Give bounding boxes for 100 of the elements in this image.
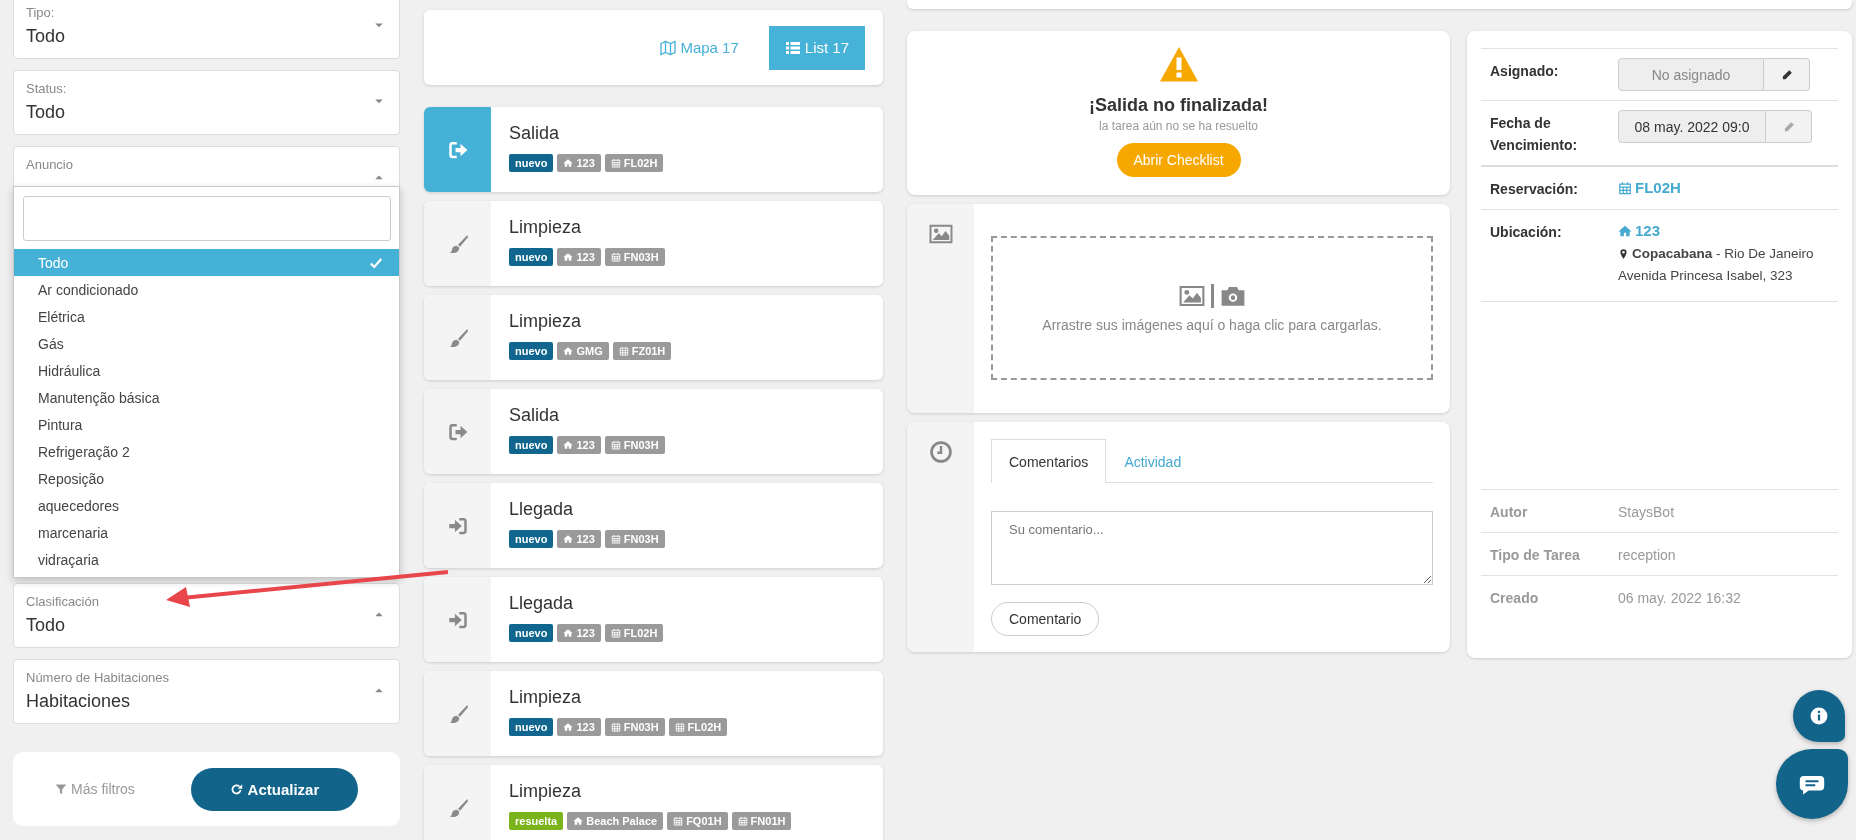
task-title: Salida	[509, 123, 561, 144]
dropdown-option[interactable]: Reposição	[14, 465, 399, 492]
dropdown-option[interactable]: vidraçaria	[14, 546, 399, 573]
filter-label: Clasificación	[26, 594, 100, 609]
address-line: Copacabana - Rio De Janeiro	[1632, 245, 1814, 263]
task-card[interactable]: Llegada nuevo 123 FN03H	[424, 483, 883, 568]
image-icon	[1178, 283, 1205, 309]
status-tag: resuelta	[509, 812, 564, 830]
task-card[interactable]: Limpieza nuevo GMG FZ01H	[424, 295, 883, 380]
task-title: Limpieza	[509, 217, 583, 238]
refresh-icon	[229, 782, 243, 796]
filter-select[interactable]: Número de Habitaciones Habitaciones	[13, 659, 400, 724]
status-tag: nuevo	[509, 248, 554, 266]
enter-icon	[447, 609, 468, 630]
filter-select[interactable]: Clasificación Todo	[13, 583, 400, 648]
task-title: Limpieza	[509, 687, 583, 708]
refresh-button[interactable]: Actualizar	[190, 767, 358, 811]
property-tag: Beach Palace	[567, 812, 664, 830]
task-card[interactable]: Limpieza resuelta Beach Palace FQ01H FN01H	[424, 765, 883, 840]
booking-tag: FN03H	[604, 436, 665, 454]
dropdown-option[interactable]: Manutenção básica	[14, 384, 399, 411]
calendar-icon	[610, 722, 621, 732]
filter-label: Número de Habitaciones	[26, 670, 171, 685]
status-tag: nuevo	[509, 154, 554, 172]
exit-icon	[447, 421, 468, 442]
property-tag: 123	[557, 154, 601, 172]
status-tag: nuevo	[509, 718, 554, 736]
upload-hint: Arrastre sus imágenes aquí o haga clic para cargarlas.	[1042, 317, 1382, 333]
meta-value: StaysBot	[1618, 503, 1676, 522]
map-icon	[660, 39, 677, 56]
dropdown-option[interactable]: aquecedores	[14, 492, 399, 519]
booking-tag: FN01H	[731, 812, 792, 830]
task-card[interactable]: Salida nuevo 123 FL02H	[424, 107, 883, 192]
tab[interactable]: Comentarios	[991, 439, 1107, 483]
image-icon	[928, 222, 953, 246]
status-tag: nuevo	[509, 624, 554, 642]
task-title: Limpieza	[509, 781, 583, 802]
calendar-icon	[673, 816, 684, 826]
filter-label: Anuncio	[26, 157, 74, 172]
home-icon	[563, 722, 574, 732]
booking-tag: FL02H	[604, 624, 664, 642]
info-button[interactable]	[1793, 690, 1845, 742]
meta-value: reception	[1618, 546, 1677, 565]
pin-icon	[1618, 248, 1629, 260]
calendar-icon	[610, 158, 621, 168]
property-tag: 123	[557, 530, 601, 548]
exit-icon	[447, 139, 468, 160]
dropdown-option[interactable]: Elétrica	[14, 303, 399, 330]
home-icon	[563, 252, 574, 262]
calendar-icon	[674, 722, 685, 732]
info-icon	[1810, 707, 1828, 725]
search-field[interactable]	[23, 196, 391, 241]
filter-select[interactable]: Status: Todo	[13, 70, 400, 135]
field-label: Asignado:	[1490, 62, 1560, 81]
dropdown-option[interactable]: marcenaria	[14, 519, 399, 546]
filter-label: Status:	[26, 81, 68, 96]
pencil-icon	[1782, 120, 1795, 133]
edit-button[interactable]	[1764, 58, 1810, 91]
warning-subtitle: la tarea aún no se ha resuelto	[1099, 119, 1258, 133]
meta-label: Creado	[1490, 589, 1540, 608]
brush-icon	[447, 233, 468, 254]
filter-icon	[55, 783, 68, 795]
home-icon	[573, 816, 584, 826]
filter-value: Todo	[26, 615, 67, 636]
property-tag: 123	[557, 624, 601, 642]
booking-tag: FN03H	[604, 248, 665, 266]
meta-label: Tipo de Tarea	[1490, 546, 1581, 565]
booking-tag: FN03H	[604, 718, 665, 736]
task-card[interactable]: Llegada nuevo 123 FL02H	[424, 577, 883, 662]
chat-button[interactable]	[1776, 749, 1848, 819]
calendar-icon	[610, 252, 621, 262]
filter-select[interactable]: Tipo: Todo	[13, 0, 400, 59]
comment-field[interactable]: Su comentario...	[991, 511, 1433, 585]
booking-tag: FQ01H	[667, 812, 728, 830]
booking-tag: FZ01H	[612, 342, 672, 360]
comment-button[interactable]: Comentario	[991, 602, 1100, 636]
booking-tag: FL02H	[668, 718, 728, 736]
meta-label: Autor	[1490, 503, 1529, 522]
field-value: 08 may. 2022 09:0	[1618, 110, 1766, 143]
dropdown-option[interactable]: Ar condicionado	[14, 276, 399, 303]
enter-icon	[447, 515, 468, 536]
dropdown-option[interactable]: Refrigeração 2	[14, 438, 399, 465]
task-card[interactable]: Salida nuevo 123 FN03H	[424, 389, 883, 474]
task-card[interactable]: Limpieza nuevo 123 FN03H FL02H	[424, 671, 883, 756]
warning-icon	[1157, 45, 1200, 85]
task-card[interactable]: Limpieza nuevo 123 FN03H	[424, 201, 883, 286]
home-icon	[563, 346, 574, 356]
property-tag: GMG	[557, 342, 609, 360]
brush-icon	[447, 327, 468, 348]
meta-value: 06 may. 2022 16:32	[1618, 589, 1742, 608]
dropdown-option[interactable]: Hidráulica	[14, 357, 399, 384]
pencil-icon	[1780, 68, 1793, 81]
warning-title: ¡Salida no finalizada!	[1089, 95, 1268, 116]
task-title: Limpieza	[509, 311, 583, 332]
dropdown-option[interactable]: Gás	[14, 330, 399, 357]
task-title: Salida	[509, 405, 561, 426]
home-icon	[563, 440, 574, 450]
upload-dropzone[interactable]: Arrastre sus imágenes aquí o haga clic para cargarlas.	[991, 236, 1433, 380]
property-tag: 123	[557, 436, 601, 454]
dropdown-option[interactable]: Pintura	[14, 411, 399, 438]
